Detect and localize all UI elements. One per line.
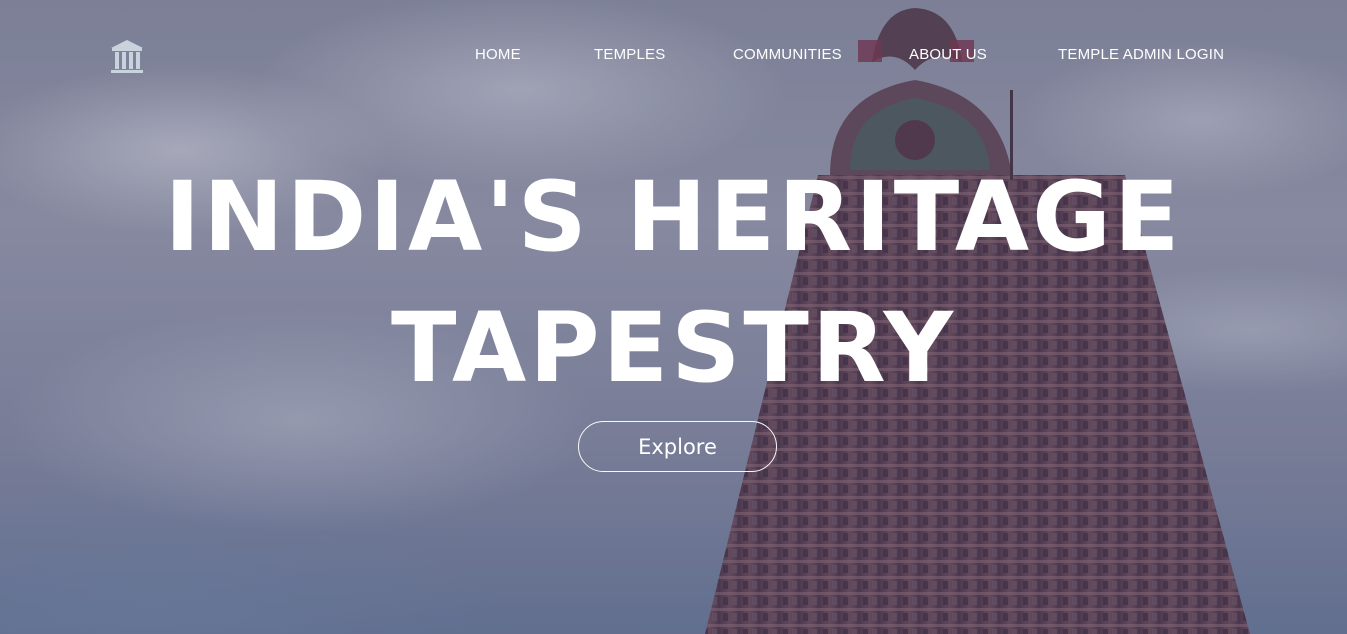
nav-communities-link[interactable]: COMMUNITIES [733,46,842,63]
hero-title-line-2: TAPESTRY [390,292,957,404]
main-nav: HOME TEMPLES COMMUNITIES ABOUT US TEMPLE… [0,46,1347,68]
nav-temples-link[interactable]: TEMPLES [594,46,665,63]
explore-button[interactable]: Explore [578,421,777,472]
nav-home-link[interactable]: HOME [475,46,521,63]
hero-title-line-1: INDIA'S HERITAGE [164,161,1183,273]
nav-about-link[interactable]: ABOUT US [909,46,987,63]
nav-admin-login-link[interactable]: TEMPLE ADMIN LOGIN [1058,46,1224,63]
